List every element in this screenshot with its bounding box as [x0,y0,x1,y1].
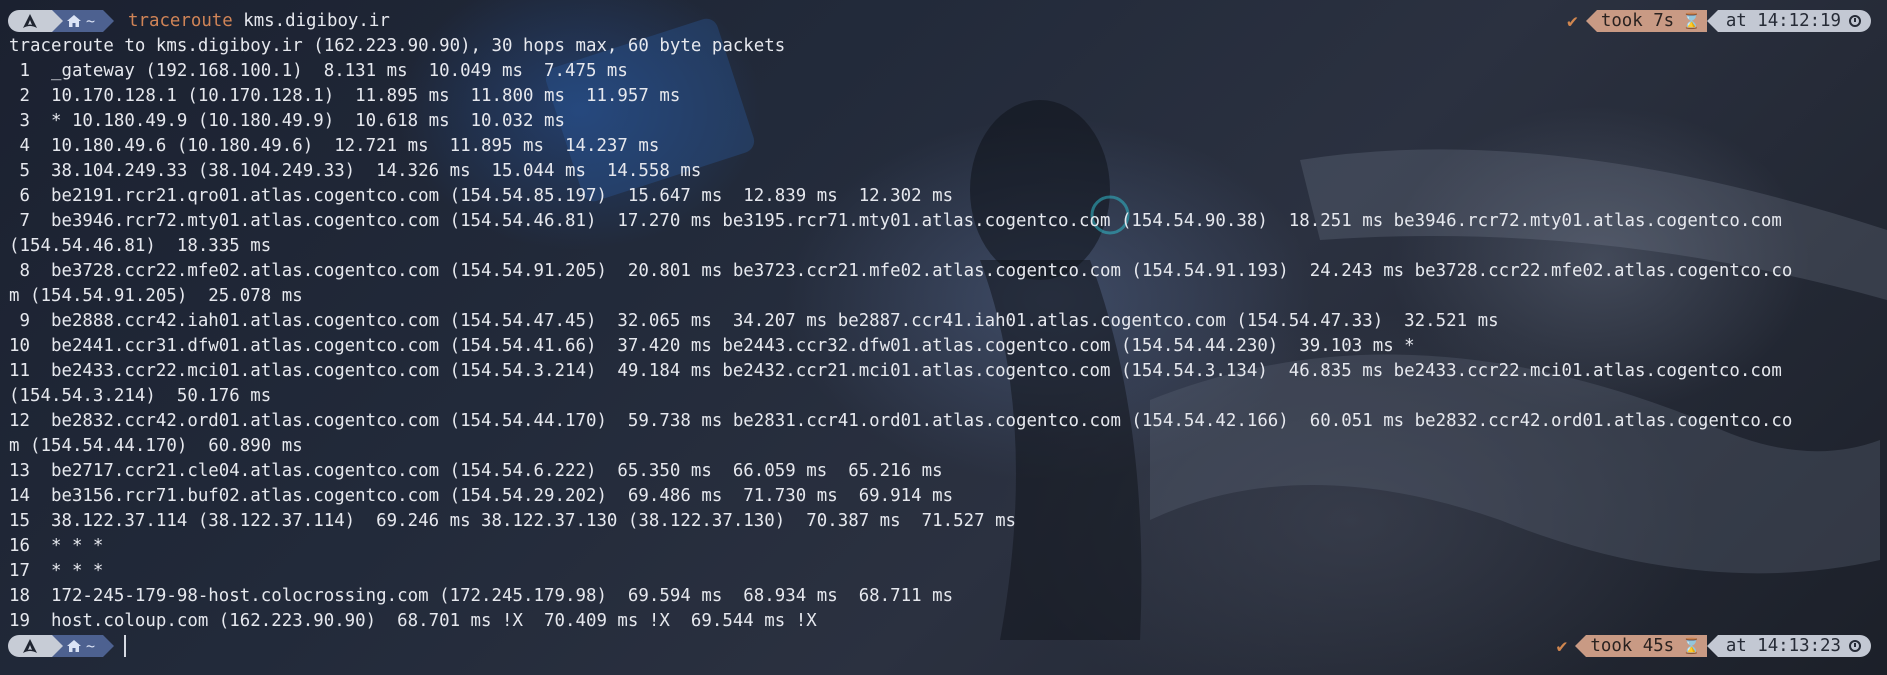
input-cursor[interactable] [124,635,127,657]
output-line: 1 _gateway (192.168.100.1) 8.131 ms 10.0… [9,61,628,81]
time-label: at 14:13:23 [1725,636,1841,656]
duration-label: took 7s [1600,11,1675,31]
time-segment: at 14:13:23 [1717,635,1871,657]
terminal-window[interactable]: ~ traceroute kms.digiboy.ir ✔ took 7s ⌛ … [0,0,1887,675]
cwd-label: ~ [86,12,96,30]
time-label: at 14:12:19 [1725,11,1841,31]
check-icon: ✔ [1567,10,1578,32]
arch-icon [8,10,52,32]
cwd-segment: ~ [52,635,104,657]
command-name: traceroute [128,11,233,31]
output-line: 6 be2191.rcr21.qro01.atlas.cogentco.com … [9,186,954,206]
hourglass-icon: ⌛ [1682,637,1701,655]
output-line: 13 be2717.ccr21.cle04.atlas.cogentco.com… [9,461,943,481]
duration-segment: took 45s ⌛ [1586,635,1707,657]
prompt-bottom: ~ [8,634,127,658]
output-line: 3 * 10.180.49.9 (10.180.49.9) 10.618 ms … [9,111,565,131]
output-line: 14 be3156.rcr71.buf02.atlas.cogentco.com… [9,486,954,506]
output-line: 9 be2888.ccr42.iah01.atlas.cogentco.com … [9,311,1499,331]
prompt-top: ~ traceroute kms.digiboy.ir [8,9,390,33]
output-line: 10 be2441.ccr31.dfw01.atlas.cogentco.com… [9,336,1415,356]
home-icon [67,640,81,652]
clock-icon [1849,640,1861,652]
output-line: 15 38.122.37.114 (38.122.37.114) 69.246 … [9,511,1017,531]
output-line: 5 38.104.249.33 (38.104.249.33) 14.326 m… [9,161,702,181]
command-line: traceroute kms.digiboy.ir [128,11,390,31]
output-line: 19 host.coloup.com (162.223.90.90) 68.70… [9,611,817,631]
check-icon: ✔ [1556,635,1568,657]
output-line: 16 * * * [9,536,104,556]
output-line: 18 172-245-179-98-host.colocrossing.com … [9,586,954,606]
output-line-wrap: m (154.54.44.170) 60.890 ms [9,436,303,456]
output-line: 8 be3728.ccr22.mfe02.atlas.cogentco.com … [9,261,1793,281]
output-line-wrap: (154.54.3.214) 50.176 ms [9,386,272,406]
hourglass-icon: ⌛ [1682,12,1701,30]
output-line-wrap: m (154.54.91.205) 25.078 ms [9,286,303,306]
right-prompt-bottom: ✔ took 45s ⌛ at 14:13:23 [1557,634,1871,658]
home-icon [67,15,81,27]
time-segment: at 14:12:19 [1717,10,1871,32]
output-line: 11 be2433.ccr22.mci01.atlas.cogentco.com… [9,361,1782,381]
output-line: 4 10.180.49.6 (10.180.49.6) 12.721 ms 11… [9,136,660,156]
clock-icon [1849,15,1861,27]
output-header: traceroute to kms.digiboy.ir (162.223.90… [9,36,786,56]
output-line: 2 10.170.128.1 (10.170.128.1) 11.895 ms … [9,86,681,106]
command-argument: kms.digiboy.ir [243,11,390,31]
arch-icon [8,635,52,657]
cwd-segment: ~ [52,10,104,32]
output-line-wrap: (154.54.46.81) 18.335 ms [9,236,272,256]
right-prompt-top: ✔ took 7s ⌛ at 14:12:19 [1567,9,1871,33]
cwd-label: ~ [86,637,96,655]
output-line: 12 be2832.ccr42.ord01.atlas.cogentco.com… [9,411,1793,431]
duration-label: took 45s [1590,636,1675,656]
output-line: 17 * * * [9,561,104,581]
output-line: 7 be3946.rcr72.mty01.atlas.cogentco.com … [9,211,1782,231]
duration-segment: took 7s ⌛ [1596,10,1707,32]
